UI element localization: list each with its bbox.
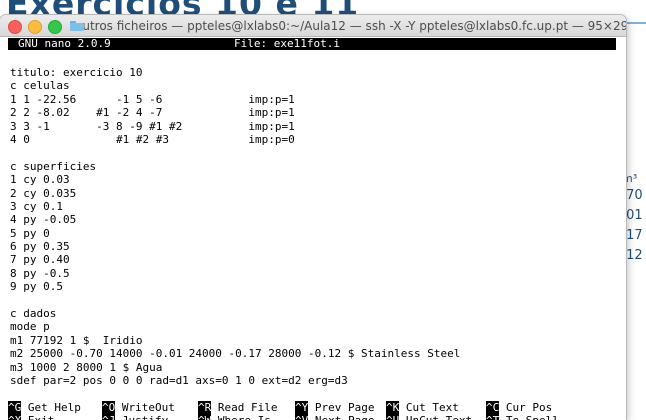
nano-header: GNU nano 2.0.9 File: exe11fot.i	[8, 38, 616, 50]
shortcut-key: ^U	[386, 414, 400, 420]
editor-line: 8 py -0.5	[10, 266, 70, 280]
editor-line: mode p	[10, 320, 50, 334]
editor-line: 3 cy 0.1	[10, 199, 63, 213]
shortcut-item[interactable]: ^X Exit	[8, 414, 54, 420]
shortcut-label: Next Page	[315, 414, 375, 420]
editor-line: 1 1 -22.56 -1 5 -6 imp:p=1	[10, 92, 295, 106]
editor-line: c celulas	[10, 79, 70, 93]
shortcut-key: ^G	[8, 401, 22, 414]
shortcut-key: ^X	[8, 414, 22, 420]
window-title-text: outros ficheiros — ppteles@lxlabs0:~/Aul…	[75, 18, 626, 33]
shortcut-item[interactable]: ^Y Prev Page	[295, 401, 374, 414]
shortcut-key: ^W	[198, 414, 212, 420]
nano-version: GNU nano 2.0.9	[18, 37, 111, 50]
shortcut-key: ^V	[295, 414, 309, 420]
shortcut-label: Justify	[122, 414, 168, 420]
shortcut-key: ^Y	[295, 401, 309, 414]
shortcut-item[interactable]: ^T To Spell	[486, 414, 559, 420]
editor-line: 9 py 0.5	[10, 280, 63, 294]
nano-shortcut-bar: ^G Get Help ^O WriteOut ^R Read File ^Y Pre…	[8, 401, 626, 420]
editor-line: 4 0 #1 #2 #3 imp:p=0	[10, 132, 295, 146]
terminal-content[interactable]: GNU nano 2.0.9 File: exe11fot.i titulo: …	[8, 37, 622, 420]
editor-line: m2 25000 -0.70 14000 -0.01 24000 -0.17 2…	[10, 347, 461, 361]
editor-line: titulo: exercicio 10	[10, 66, 143, 79]
editor-line: m3 1000 2 8000 1 $ Agua	[10, 360, 163, 374]
nano-filename: File: exe11fot.i	[234, 37, 340, 50]
shortcut-key: ^C	[486, 401, 500, 414]
shortcut-key: ^O	[102, 401, 116, 414]
minimize-button[interactable]	[28, 20, 42, 34]
shortcut-label: Where Is	[218, 414, 271, 420]
zoom-button[interactable]	[48, 20, 62, 34]
shortcut-label: Cur Pos	[505, 401, 553, 414]
shortcut-label: WriteOut	[121, 401, 175, 414]
terminal-window[interactable]: outros ficheiros — ppteles@lxlabs0:~/Aul…	[0, 15, 626, 420]
shortcut-key: ^R	[198, 401, 212, 414]
editor-line: 4 py -0.05	[10, 213, 77, 227]
shortcut-item[interactable]: ^K Cut Text	[386, 401, 459, 414]
editor-line: 2 2 -8.02 #1 -2 4 -7 imp:p=1	[10, 106, 295, 120]
shortcut-label: Get Help	[27, 401, 81, 414]
close-button[interactable]	[8, 20, 22, 34]
window-title: outros ficheiros — ppteles@lxlabs0:~/Aul…	[70, 18, 626, 33]
editor-line: 2 cy 0.035	[10, 186, 77, 200]
editor-line: 3 3 -1 -3 8 -9 #1 #2 imp:p=1	[10, 119, 295, 133]
shortcut-label: Prev Page	[314, 401, 375, 414]
editor-line: sdef par=2 pos 0 0 0 rad=d1 axs=0 1 0 ex…	[10, 373, 348, 387]
shortcut-item[interactable]: ^W Where Is	[198, 414, 271, 420]
editor-buffer[interactable]: titulo: exercicio 10 c celulas 1 1 -22.56 …	[10, 66, 460, 387]
editor-line: 5 py 0	[10, 226, 50, 240]
shortcut-label: Cut Text	[405, 401, 459, 414]
shortcut-row: ^G Get Help ^O WriteOut ^R Read File ^Y Pre…	[8, 401, 626, 414]
shortcut-row: ^X Exit ^J Justify ^W Where Is ^V Next Page…	[8, 414, 626, 420]
shortcut-label: UnCut Text	[406, 414, 472, 420]
editor-line: 6 py 0.35	[10, 240, 70, 254]
editor-line: c superficies	[10, 159, 97, 173]
shortcut-item[interactable]: ^J Justify	[102, 414, 168, 420]
shortcut-key: ^T	[486, 414, 500, 420]
shortcut-item[interactable]: ^R Read File	[198, 401, 277, 414]
editor-line: m1 77192 1 $ Iridio	[10, 333, 143, 347]
shortcut-item[interactable]: ^C Cur Pos	[486, 401, 552, 414]
shortcut-label: Exit	[28, 414, 55, 420]
editor-line: 7 py 0.40	[10, 253, 70, 267]
shortcut-key: ^J	[102, 414, 116, 420]
shortcut-item[interactable]: ^G Get Help	[8, 401, 81, 414]
shortcut-item[interactable]: ^O WriteOut	[102, 401, 175, 414]
window-titlebar[interactable]: outros ficheiros — ppteles@lxlabs0:~/Aul…	[0, 15, 626, 37]
shortcut-item[interactable]: ^V Next Page	[295, 414, 374, 420]
editor-line: 1 cy 0.03	[10, 173, 70, 187]
shortcut-label: Read File	[217, 401, 278, 414]
editor-line: c dados	[10, 307, 57, 321]
shortcut-item[interactable]: ^U UnCut Text	[386, 414, 472, 420]
shortcut-label: To Spell	[506, 414, 559, 420]
shortcut-key: ^K	[386, 401, 400, 414]
